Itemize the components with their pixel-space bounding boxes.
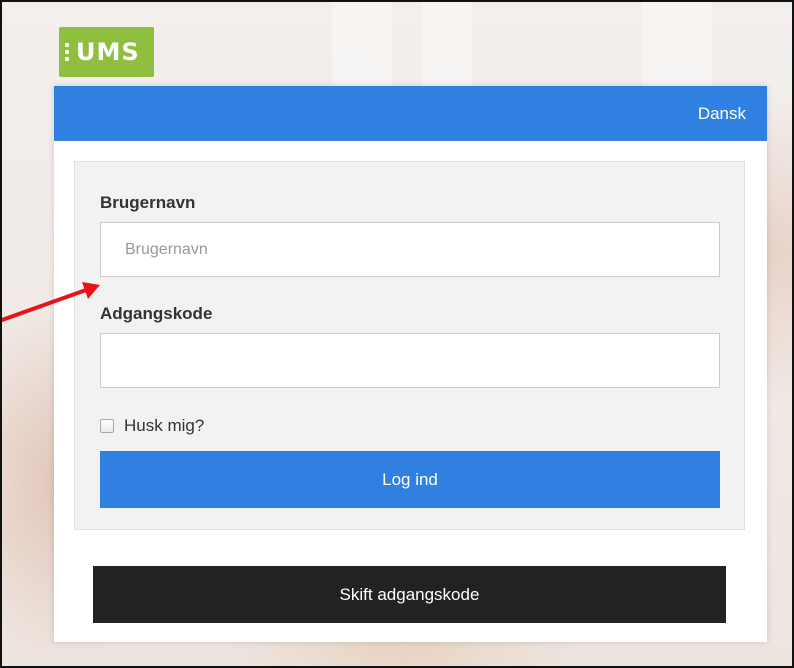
login-button[interactable]: Log ind [100, 451, 720, 508]
logo-dots-icon [65, 43, 69, 61]
panel-header: Dansk [54, 86, 767, 141]
logo-text: UMS [76, 38, 140, 66]
red-arrow-icon [2, 282, 100, 322]
username-label: Brugernavn [100, 193, 196, 212]
username-input[interactable] [100, 222, 720, 277]
remember-label: Husk mig? [124, 416, 205, 435]
change-password-button[interactable]: Skift adgangskode [93, 566, 726, 623]
login-panel: Dansk Brugernavn Adgangskode Husk mig? L… [54, 86, 767, 642]
password-input[interactable] [100, 333, 720, 388]
ums-logo: UMS [59, 27, 154, 77]
remember-checkbox[interactable] [100, 419, 114, 433]
login-form: Brugernavn Adgangskode Husk mig? Log ind [74, 161, 745, 530]
screenshot-frame: UMS Dansk Brugernavn Adgangskode Husk mi… [0, 0, 794, 668]
language-selector[interactable]: Dansk [698, 104, 746, 124]
remember-me[interactable]: Husk mig? [100, 416, 204, 436]
